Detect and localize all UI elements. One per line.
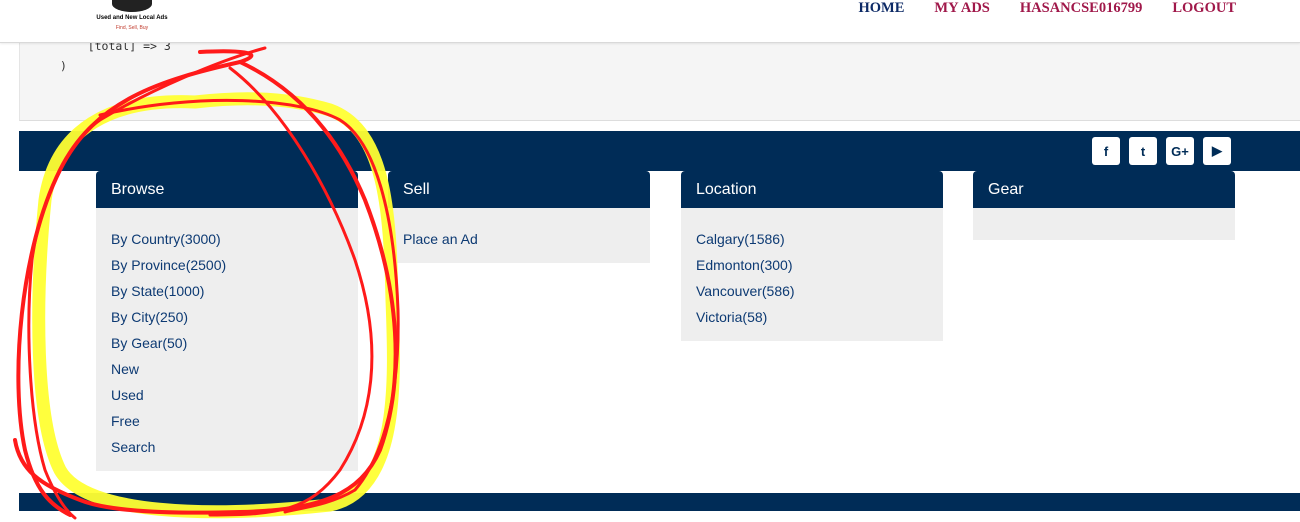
logo-title: Used and New Local Ads	[96, 15, 168, 21]
browse-search-link[interactable]: Search	[111, 434, 343, 460]
browse-by-country-link[interactable]: By Country(3000)	[111, 226, 343, 252]
location-victoria-link[interactable]: Victoria(58)	[696, 304, 928, 330]
browse-by-gear-link[interactable]: By Gear(50)	[111, 330, 343, 356]
gear-column: Gear	[973, 171, 1235, 240]
footer-bottom-band	[19, 493, 1300, 511]
browse-new-link[interactable]: New	[111, 356, 343, 382]
browse-by-city-link[interactable]: By City(250)	[111, 304, 343, 330]
debug-line-close: )	[60, 59, 67, 73]
sell-heading: Sell	[388, 171, 650, 208]
google-plus-icon[interactable]: G+	[1166, 137, 1194, 165]
logo-graphic	[112, 0, 152, 12]
location-edmonton-link[interactable]: Edmonton(300)	[696, 252, 928, 278]
browse-heading: Browse	[96, 171, 358, 208]
browse-by-state-link[interactable]: By State(1000)	[111, 278, 343, 304]
footer-top-band: f t G+ ▶	[19, 131, 1300, 171]
twitter-icon[interactable]: t	[1129, 137, 1157, 165]
sell-column: Sell Place an Ad	[388, 171, 650, 263]
gear-links	[973, 208, 1235, 240]
gear-heading: Gear	[973, 171, 1235, 208]
browse-used-link[interactable]: Used	[111, 382, 343, 408]
main-nav: HOME MY ADS HASANCSE016799 LOGOUT	[859, 0, 1237, 20]
browse-free-link[interactable]: Free	[111, 408, 343, 434]
browse-by-province-link[interactable]: By Province(2500)	[111, 252, 343, 278]
nav-home-link[interactable]: HOME	[859, 0, 905, 20]
nav-user-link[interactable]: HASANCSE016799	[1020, 0, 1142, 20]
nav-my-ads-link[interactable]: MY ADS	[934, 0, 989, 20]
location-vancouver-link[interactable]: Vancouver(586)	[696, 278, 928, 304]
youtube-icon[interactable]: ▶	[1203, 137, 1231, 165]
site-header: Used and New Local Ads Find, Sell, Buy H…	[0, 0, 1300, 43]
facebook-icon[interactable]: f	[1092, 137, 1120, 165]
browse-column: Browse By Country(3000) By Province(2500…	[96, 171, 358, 471]
location-links: Calgary(1586) Edmonton(300) Vancouver(58…	[681, 208, 943, 341]
site-logo[interactable]: Used and New Local Ads Find, Sell, Buy	[96, 0, 168, 38]
debug-output-panel: [total] => 3 )	[19, 39, 1300, 121]
place-an-ad-link[interactable]: Place an Ad	[403, 226, 635, 252]
browse-links: By Country(3000) By Province(2500) By St…	[96, 208, 358, 471]
logo-tagline: Find, Sell, Buy	[115, 25, 149, 31]
nav-logout-link[interactable]: LOGOUT	[1172, 0, 1236, 20]
sell-links: Place an Ad	[388, 208, 650, 263]
social-links: f t G+ ▶	[1092, 137, 1231, 165]
location-heading: Location	[681, 171, 943, 208]
location-calgary-link[interactable]: Calgary(1586)	[696, 226, 928, 252]
location-column: Location Calgary(1586) Edmonton(300) Van…	[681, 171, 943, 341]
